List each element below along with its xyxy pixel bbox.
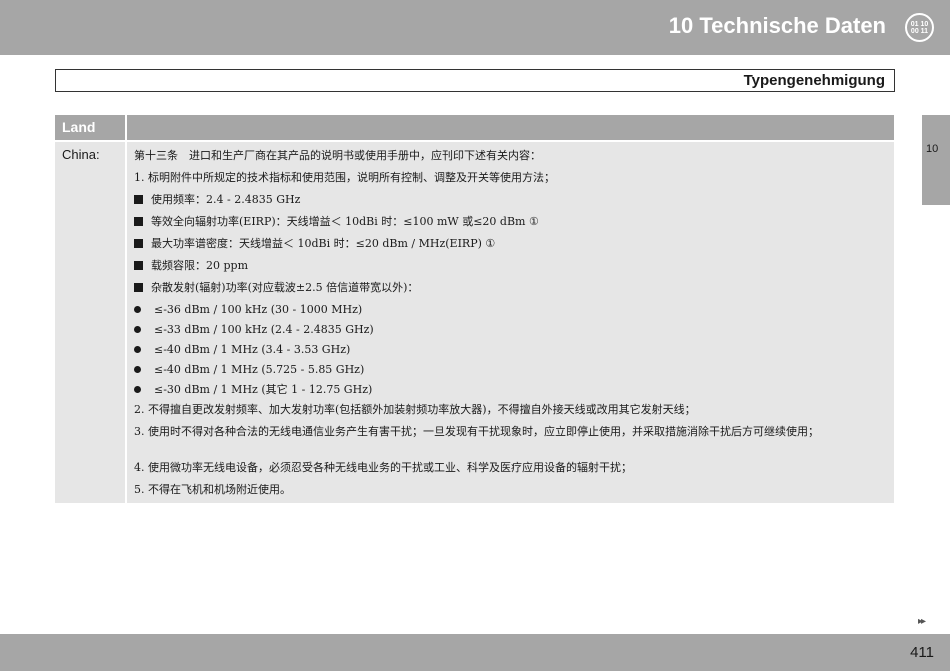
content-line-text: 1. 标明附件中所规定的技术指标和使用范围，说明所有控制、调整及开关等使用方法；	[134, 171, 555, 184]
column-header-land: Land	[62, 119, 96, 135]
dot-bullet-icon	[134, 306, 141, 313]
content-line-text: 最大功率谱密度：天线增益＜ 10dBi 时：≤20 dBm / MHz(EIRP…	[151, 237, 496, 250]
content-line-text: 等效全向辐射功率(EIRP)：天线增益＜ 10dBi 时：≤100 mW 或≤2…	[151, 215, 539, 228]
content-line: ≤-40 dBm / 1 MHz (3.4 - 3.53 GHz)	[134, 340, 886, 359]
content-line: ≤-36 dBm / 100 kHz (30 - 1000 MHz)	[134, 300, 886, 319]
content-line-text: ≤-30 dBm / 1 MHz (其它 1 - 12.75 GHz)	[154, 383, 373, 396]
content-line: 使用频率：2.4 - 2.4835 GHz	[134, 190, 886, 209]
content-line-text: 2. 不得擅自更改发射频率、加大发射功率(包括额外加装射频功率放大器)，不得擅自…	[134, 403, 696, 416]
dot-bullet-icon	[134, 386, 141, 393]
table-header-land: Land	[55, 115, 125, 140]
section-title-box: Typengenehmigung	[55, 69, 895, 92]
content-line-text: ≤-40 dBm / 1 MHz (5.725 - 5.85 GHz)	[154, 363, 365, 376]
land-name: China:	[62, 147, 100, 162]
dot-bullet-icon	[134, 326, 141, 333]
content-line: ≤-40 dBm / 1 MHz (5.725 - 5.85 GHz)	[134, 360, 886, 379]
content-line-text: 使用频率：2.4 - 2.4835 GHz	[151, 193, 301, 206]
next-page-arrow-icon[interactable]: ▸▸	[918, 616, 926, 627]
content-line-text: 4. 使用微功率无线电设备，必须忍受各种无线电业务的干扰或工业、科学及医疗应用设…	[134, 461, 632, 474]
chapter-title: 10 Technische Daten	[668, 13, 886, 38]
content-cell: 第十三条 进口和生产厂商在其产品的说明书或使用手册中，应刊印下述有关内容： 1. …	[127, 142, 894, 503]
chapter-icon-line2: 00 11	[910, 27, 929, 35]
content-line-text: 3. 使用时不得对各种合法的无线电通信业务产生有害干扰；一旦发现有干扰现象时，应…	[134, 425, 819, 438]
content-line-text: ≤-40 dBm / 1 MHz (3.4 - 3.53 GHz)	[154, 343, 351, 356]
table-header-content	[127, 115, 894, 140]
page-number: 411	[910, 644, 934, 661]
content-line-text: 杂散发射(辐射)功率(对应载波±2.5 倍信道带宽以外)：	[151, 281, 419, 294]
chapter-index-icon: 01 10 00 11	[905, 13, 934, 42]
content-line: 杂散发射(辐射)功率(对应载波±2.5 倍信道带宽以外)：	[134, 278, 886, 297]
square-bullet-icon	[134, 195, 143, 204]
content-line: 第十三条 进口和生产厂商在其产品的说明书或使用手册中，应刊印下述有关内容：	[134, 146, 886, 165]
content-line: 载频容限：20 ppm	[134, 256, 886, 275]
content-line-text: ≤-36 dBm / 100 kHz (30 - 1000 MHz)	[154, 303, 363, 316]
content-line: ≤-33 dBm / 100 kHz (2.4 - 2.4835 GHz)	[134, 320, 886, 339]
square-bullet-icon	[134, 239, 143, 248]
chapter-side-tab[interactable]: 10	[922, 115, 950, 205]
content-line: ≤-30 dBm / 1 MHz (其它 1 - 12.75 GHz)	[134, 380, 886, 399]
chapter-icon-line1: 01 10	[910, 20, 929, 28]
content-line-text: 5. 不得在飞机和机场附近使用。	[134, 483, 291, 496]
content-line: 4. 使用微功率无线电设备，必须忍受各种无线电业务的干扰或工业、科学及医疗应用设…	[134, 458, 886, 477]
footer-bar: 411	[0, 634, 950, 671]
header-bar: 10 Technische Daten 01 10 00 11	[0, 0, 950, 55]
content-line-text: 载频容限：20 ppm	[151, 259, 249, 272]
dot-bullet-icon	[134, 346, 141, 353]
content-line-text: 第十三条 进口和生产厂商在其产品的说明书或使用手册中，应刊印下述有关内容：	[134, 149, 541, 162]
dot-bullet-icon	[134, 366, 141, 373]
content-line: 1. 标明附件中所规定的技术指标和使用范围，说明所有控制、调整及开关等使用方法；	[134, 168, 886, 187]
square-bullet-icon	[134, 261, 143, 270]
side-tab-label: 10	[926, 143, 939, 155]
land-cell: China:	[55, 142, 125, 503]
content-line: 5. 不得在飞机和机场附近使用。	[134, 480, 886, 499]
square-bullet-icon	[134, 283, 143, 292]
section-title: Typengenehmigung	[743, 72, 885, 89]
content-line: 最大功率谱密度：天线增益＜ 10dBi 时：≤20 dBm / MHz(EIRP…	[134, 234, 886, 253]
square-bullet-icon	[134, 217, 143, 226]
content-line: 3. 使用时不得对各种合法的无线电通信业务产生有害干扰；一旦发现有干扰现象时，应…	[134, 422, 886, 441]
content-line: 等效全向辐射功率(EIRP)：天线增益＜ 10dBi 时：≤100 mW 或≤2…	[134, 212, 886, 231]
content-line-text: ≤-33 dBm / 100 kHz (2.4 - 2.4835 GHz)	[154, 323, 374, 336]
content-line: 2. 不得擅自更改发射频率、加大发射功率(包括额外加装射频功率放大器)，不得擅自…	[134, 400, 886, 419]
